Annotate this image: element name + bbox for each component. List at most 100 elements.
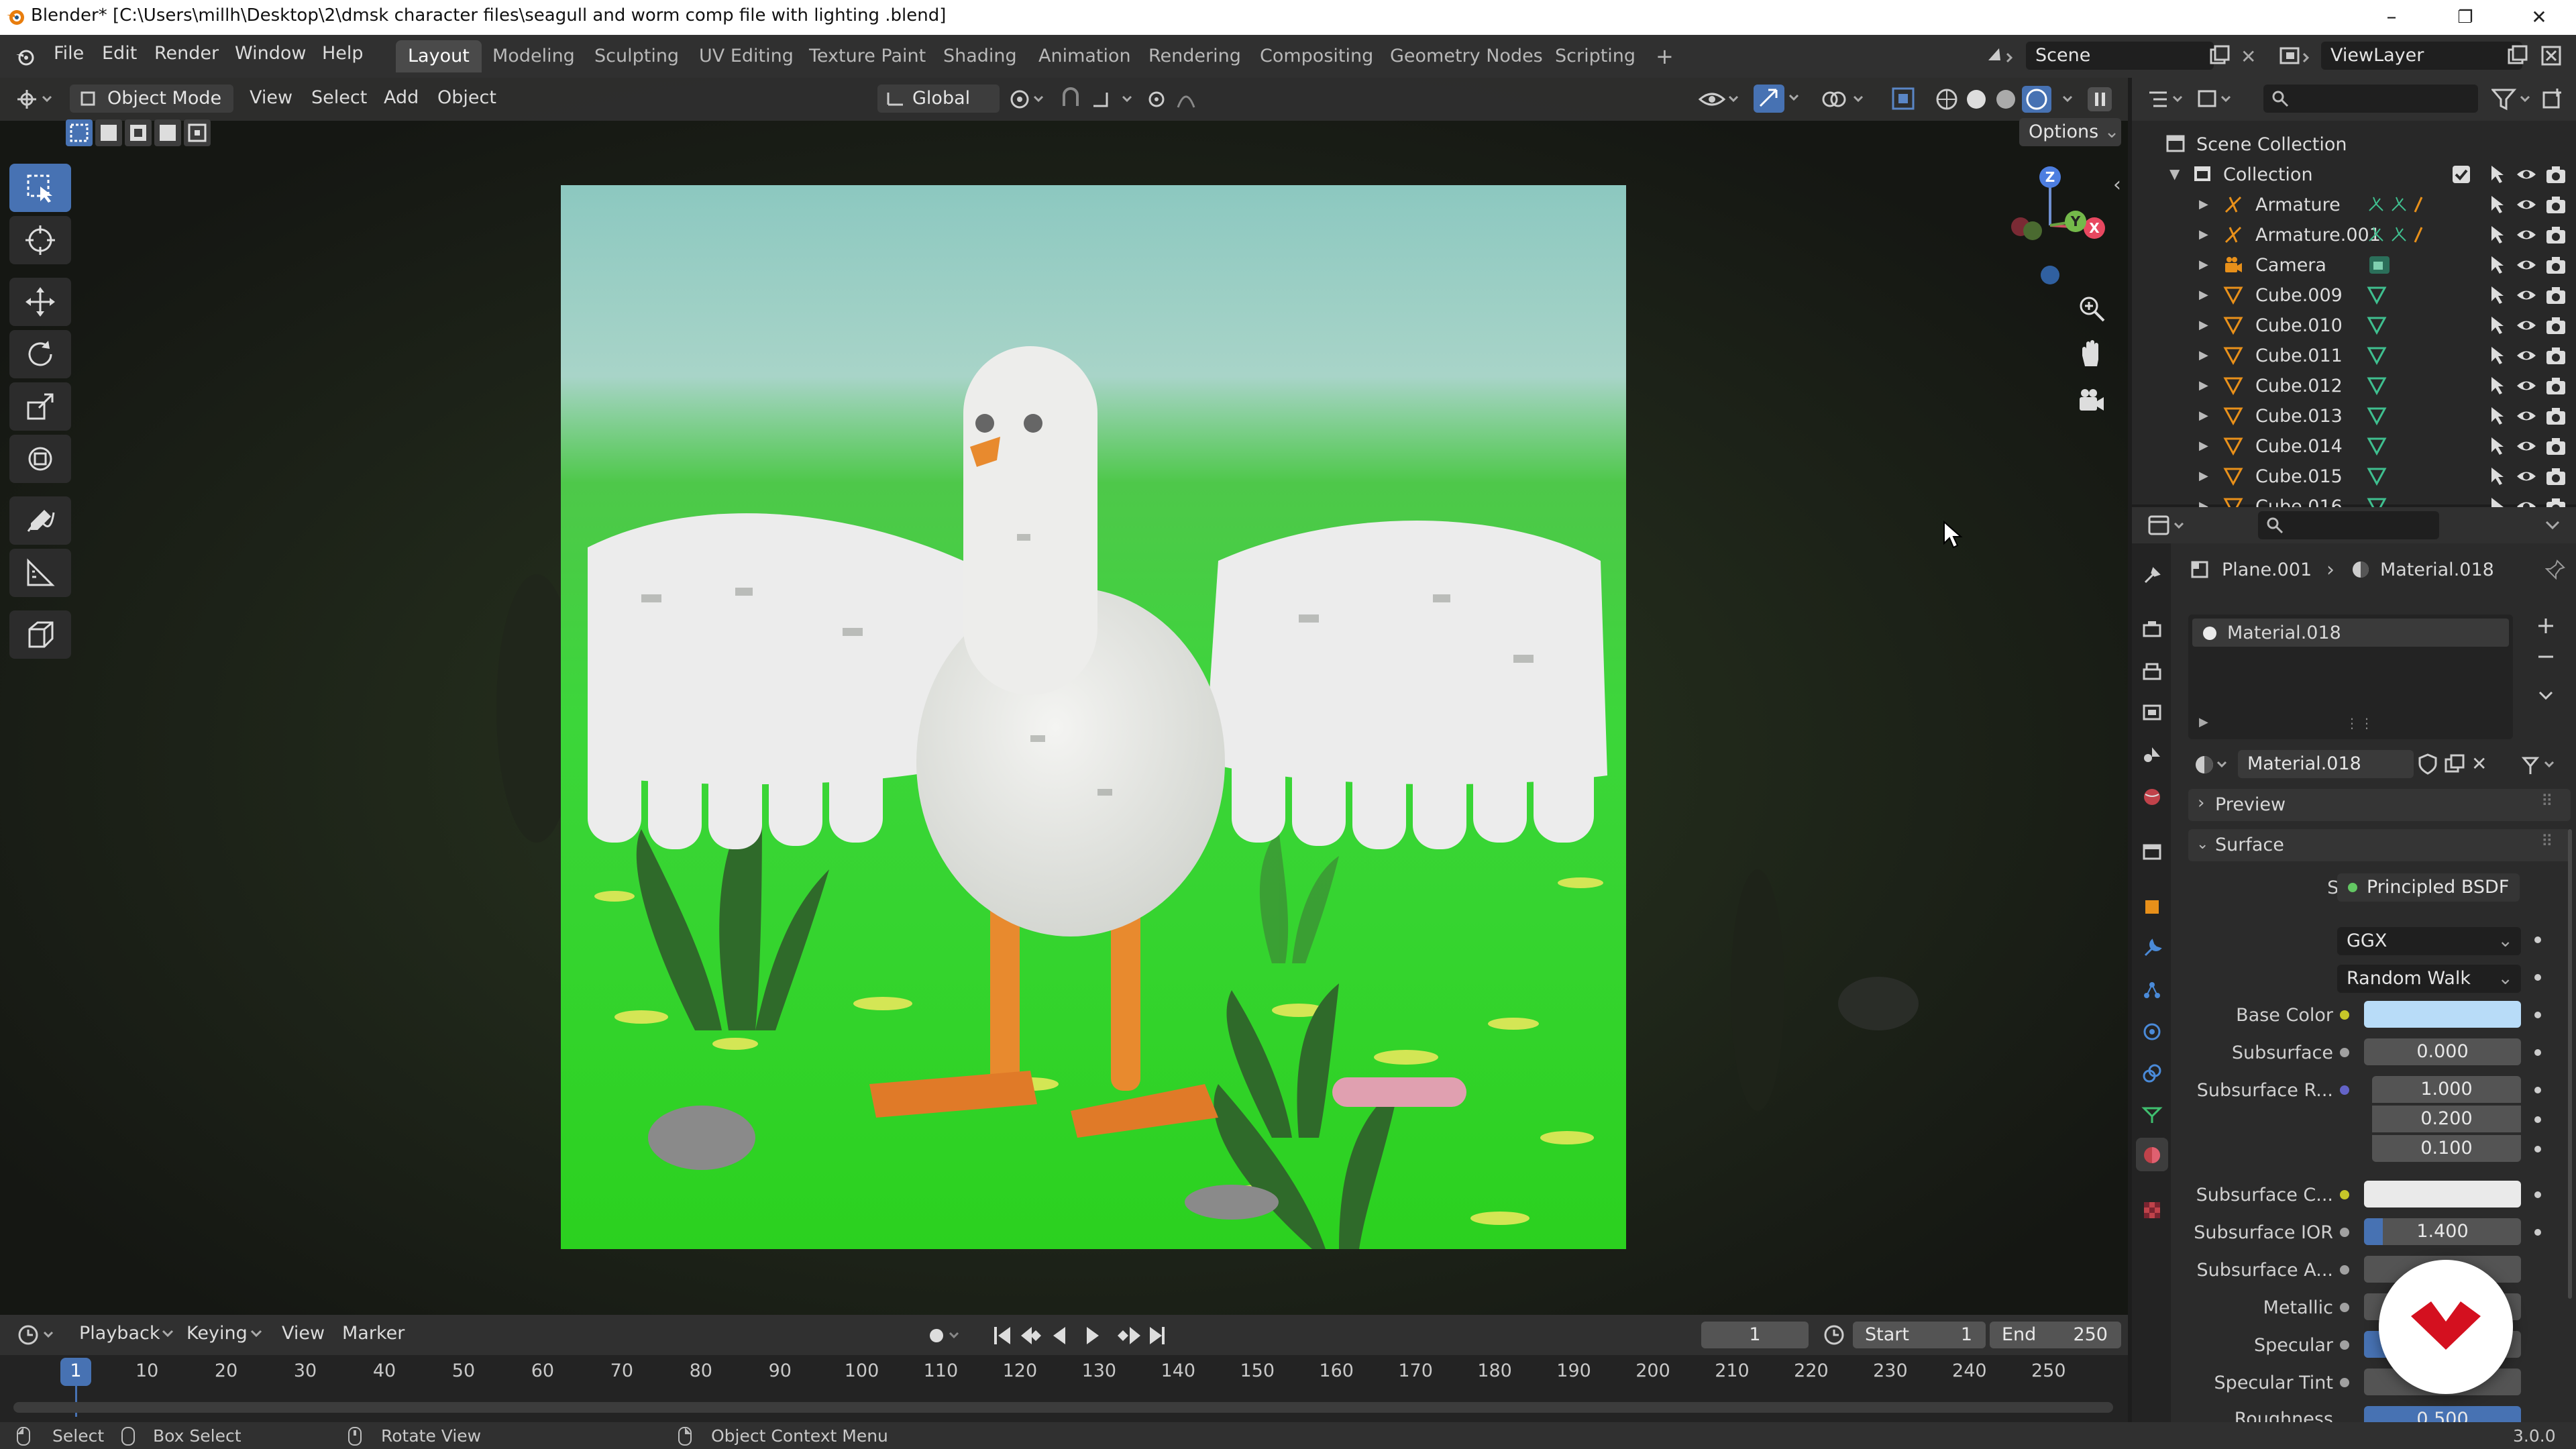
expand-arrow-icon[interactable]: ▶ (2199, 227, 2208, 241)
end-frame-field[interactable]: End 250 (1990, 1322, 2121, 1348)
sidebar-toggle-icon[interactable]: ‹ (2113, 173, 2121, 197)
tab-modeling[interactable]: Modeling (480, 40, 587, 72)
recorder-badge-icon[interactable] (2379, 1260, 2513, 1394)
timeline-scrollbar[interactable] (13, 1402, 2113, 1413)
scene-name-field[interactable]: Scene (2026, 42, 2214, 70)
subsurface-ior-field[interactable]: 1.400 (2364, 1218, 2521, 1245)
eye-icon[interactable] (2516, 407, 2537, 425)
expand-arrow-icon[interactable]: ▶ (2199, 469, 2208, 483)
eye-icon[interactable] (2516, 286, 2537, 304)
data-tab-icon[interactable] (2141, 1104, 2163, 1126)
menu-timeline-view[interactable]: View (282, 1323, 325, 1344)
cursor-tool[interactable] (9, 216, 71, 264)
editor-type-icon[interactable] (13, 86, 59, 113)
tab-layout[interactable]: Layout (396, 40, 482, 72)
tab-shading[interactable]: Shading (931, 40, 1029, 72)
outliner-item[interactable]: ▶ Cube.013 (2132, 400, 2576, 431)
render-camera-icon[interactable] (2545, 164, 2567, 184)
outliner-item[interactable]: ▶ Cube.011 (2132, 340, 2576, 370)
display-mode-icon[interactable] (2196, 87, 2237, 111)
subsurface-ior-socket-icon[interactable] (2340, 1228, 2349, 1237)
outliner-item[interactable]: ▶ Camera (2132, 250, 2576, 280)
render-tab-icon[interactable] (2141, 619, 2163, 640)
output-tab-icon[interactable] (2141, 660, 2163, 682)
menu-help[interactable]: Help (322, 43, 364, 64)
menu-window[interactable]: Window (235, 43, 306, 64)
outliner-item[interactable]: ▶ Armature (2132, 189, 2576, 219)
tab-animation[interactable]: Animation (1026, 40, 1143, 72)
render-camera-icon[interactable] (2545, 466, 2567, 486)
maximize-button[interactable]: ❐ (2435, 3, 2496, 32)
move-tool[interactable] (9, 278, 71, 326)
pan-hand-icon[interactable] (2077, 339, 2106, 369)
outliner-item[interactable]: ▶ Cube.010 (2132, 310, 2576, 340)
render-camera-icon[interactable] (2545, 376, 2567, 396)
minimize-button[interactable]: – (2361, 3, 2422, 32)
render-camera-icon[interactable] (2545, 285, 2567, 305)
eye-icon[interactable] (2516, 468, 2537, 485)
modifier-tab-icon[interactable] (2141, 938, 2163, 959)
unlink-scene-icon[interactable]: ✕ (2241, 46, 2256, 68)
selectable-arrow-icon[interactable] (2489, 436, 2508, 456)
timeline-area[interactable]: 1 10 20 30 40 50 60 70 80 90 100 110 120 130 140 150 160… (0, 1355, 2128, 1422)
base-color-swatch[interactable] (2364, 1001, 2521, 1028)
menu-keying[interactable]: Keying (186, 1323, 248, 1344)
outliner-item[interactable]: ▶ Cube.015 (2132, 461, 2576, 491)
surface-panel-header[interactable]: ⌄ Surface ⠿ (2188, 829, 2571, 861)
select-box-tool[interactable] (9, 164, 71, 212)
render-camera-icon[interactable] (2545, 436, 2567, 456)
outliner-scene-collection[interactable]: Scene Collection (2132, 129, 2576, 159)
subsurface-ior-keyframe-dot[interactable] (2534, 1229, 2541, 1236)
selectable-arrow-icon[interactable] (2489, 406, 2508, 426)
expand-arrow-icon[interactable]: ▶ (2199, 258, 2208, 272)
duplicate-material-icon[interactable] (2443, 753, 2466, 775)
proportional-editing-icon[interactable] (1144, 86, 1218, 113)
distribution-keyframe-dot[interactable] (2534, 936, 2541, 943)
radius-z-keyframe-dot[interactable] (2534, 1146, 2541, 1152)
tab-compositing[interactable]: Compositing (1248, 40, 1385, 72)
view-layer-field[interactable]: ViewLayer (2321, 42, 2522, 70)
subsurface-method-keyframe-dot[interactable] (2534, 974, 2541, 981)
render-camera-icon[interactable] (2545, 255, 2567, 275)
filter-icon[interactable] (2491, 87, 2534, 111)
menu-file[interactable]: File (54, 43, 84, 64)
eye-icon[interactable] (2516, 166, 2537, 183)
close-button[interactable]: ✕ (2509, 3, 2569, 32)
view-layer-icon[interactable] (2278, 44, 2314, 68)
outliner-editor-type-icon[interactable] (2147, 87, 2187, 111)
specular-tint-socket-icon[interactable] (2340, 1378, 2349, 1387)
render-camera-icon[interactable] (2545, 225, 2567, 245)
expand-arrow-icon[interactable]: ▶ (2199, 439, 2208, 453)
pivot-point-icon[interactable] (1008, 86, 1051, 113)
add-slot-button[interactable] (2534, 614, 2557, 637)
outliner-item[interactable]: ▶ Cube.012 (2132, 370, 2576, 400)
expand-arrow-icon[interactable]: ▶ (2199, 348, 2208, 362)
eye-icon[interactable] (2516, 196, 2537, 213)
eye-icon[interactable] (2516, 437, 2537, 455)
specular-socket-icon[interactable] (2340, 1340, 2349, 1350)
timeline-editor-type-icon[interactable] (15, 1322, 62, 1348)
scale-tool[interactable] (9, 382, 71, 431)
selectable-arrow-icon[interactable] (2489, 376, 2508, 396)
surface-drag-handle[interactable]: ⠿ (2541, 832, 2553, 851)
new-scene-icon[interactable] (2208, 44, 2231, 67)
new-collection-icon[interactable] (2541, 87, 2565, 111)
base-color-keyframe-dot[interactable] (2534, 1012, 2541, 1018)
annotate-tool[interactable] (9, 496, 71, 545)
material-name-field[interactable]: Material.018 (2238, 750, 2414, 778)
snap-icon[interactable] (1059, 86, 1139, 113)
slot-specials-icon[interactable] (2534, 684, 2557, 707)
world-tab-icon[interactable] (2141, 786, 2163, 808)
add-cube-tool[interactable] (9, 610, 71, 659)
distribution-dropdown[interactable]: GGX ⌄ (2337, 927, 2521, 955)
texture-tab-icon[interactable] (2141, 1199, 2163, 1221)
remove-slot-button[interactable] (2534, 645, 2557, 668)
expand-arrow-icon[interactable]: ▶ (2199, 409, 2208, 423)
outliner-item[interactable]: ▶ Cube.014 (2132, 431, 2576, 461)
unlink-material-icon[interactable]: ✕ (2471, 753, 2487, 775)
surface-shader-field[interactable]: Principled BSDF (2337, 873, 2520, 902)
overlays-icon[interactable] (1821, 86, 1868, 113)
selectable-arrow-icon[interactable] (2489, 195, 2508, 215)
pin-icon[interactable] (2545, 559, 2565, 580)
select-mode-buttons[interactable] (64, 118, 212, 148)
